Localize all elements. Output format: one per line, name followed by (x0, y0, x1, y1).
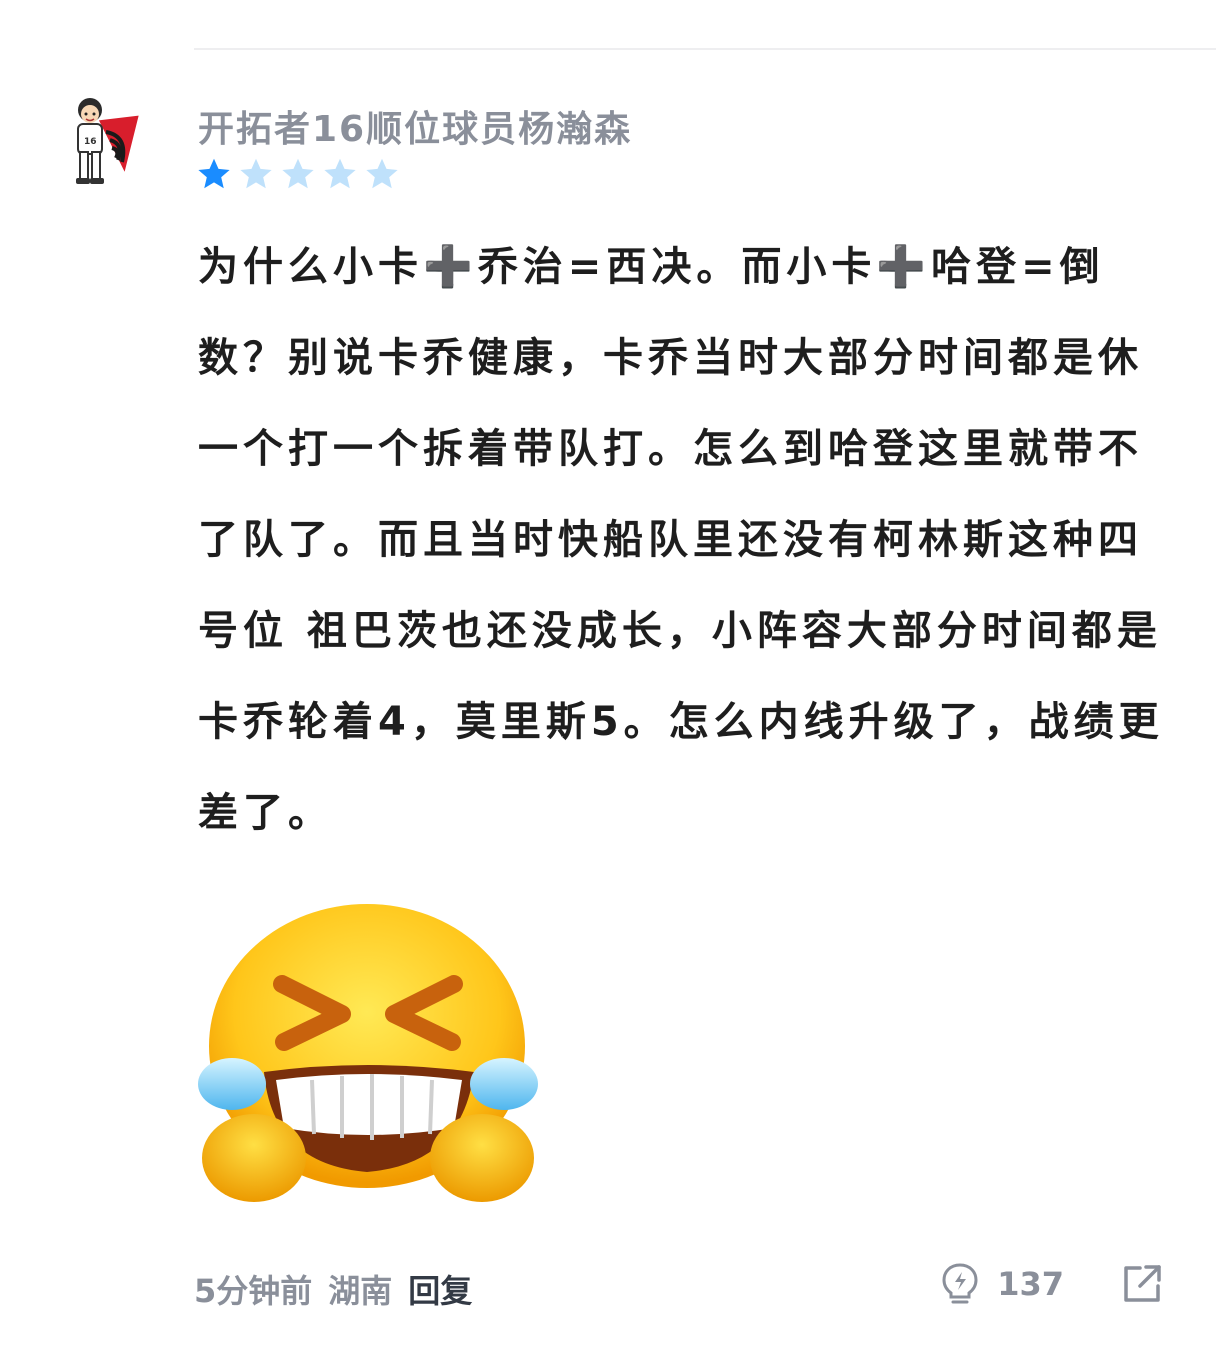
star-empty-icon (240, 158, 272, 189)
comment-text: 为什么小卡➕乔治=西决。而小卡➕哈登=倒数？别说卡乔健康，卡乔当时大部分时间都是… (198, 244, 1164, 836)
avatar-icon: 16 (76, 98, 139, 184)
username[interactable]: 开拓者16顺位球员杨瀚森 (198, 100, 632, 152)
laughing-crying-face-icon (198, 904, 538, 1202)
avatar[interactable]: 16 (62, 92, 142, 192)
comment-page: 16 开拓者16顺位球员杨瀚森 为什么小卡➕乔治=西决。而小卡➕哈登=倒数？别说… (0, 0, 1216, 1359)
share-button[interactable] (1120, 1262, 1164, 1306)
star-empty-icon (324, 158, 356, 189)
comment-time: 5分钟前 (194, 1272, 313, 1310)
like-button[interactable]: 137 (941, 1262, 1064, 1306)
share-icon (1124, 1265, 1161, 1302)
like-count: 137 (997, 1265, 1064, 1303)
star-filled-icon (198, 158, 230, 189)
star-rating (196, 156, 400, 192)
reply-button[interactable]: 回复 (408, 1266, 472, 1312)
lightbulb-icon (942, 1263, 978, 1304)
comment-actions: 137 (941, 1262, 1164, 1306)
comment-meta: 5分钟前 湖南 回复 (194, 1266, 472, 1312)
divider (194, 48, 1216, 50)
star-empty-icon (366, 158, 398, 189)
star-empty-icon (282, 158, 314, 189)
svg-text:16: 16 (84, 137, 97, 147)
comment-location: 湖南 (328, 1272, 393, 1310)
emoji-image (192, 896, 552, 1216)
